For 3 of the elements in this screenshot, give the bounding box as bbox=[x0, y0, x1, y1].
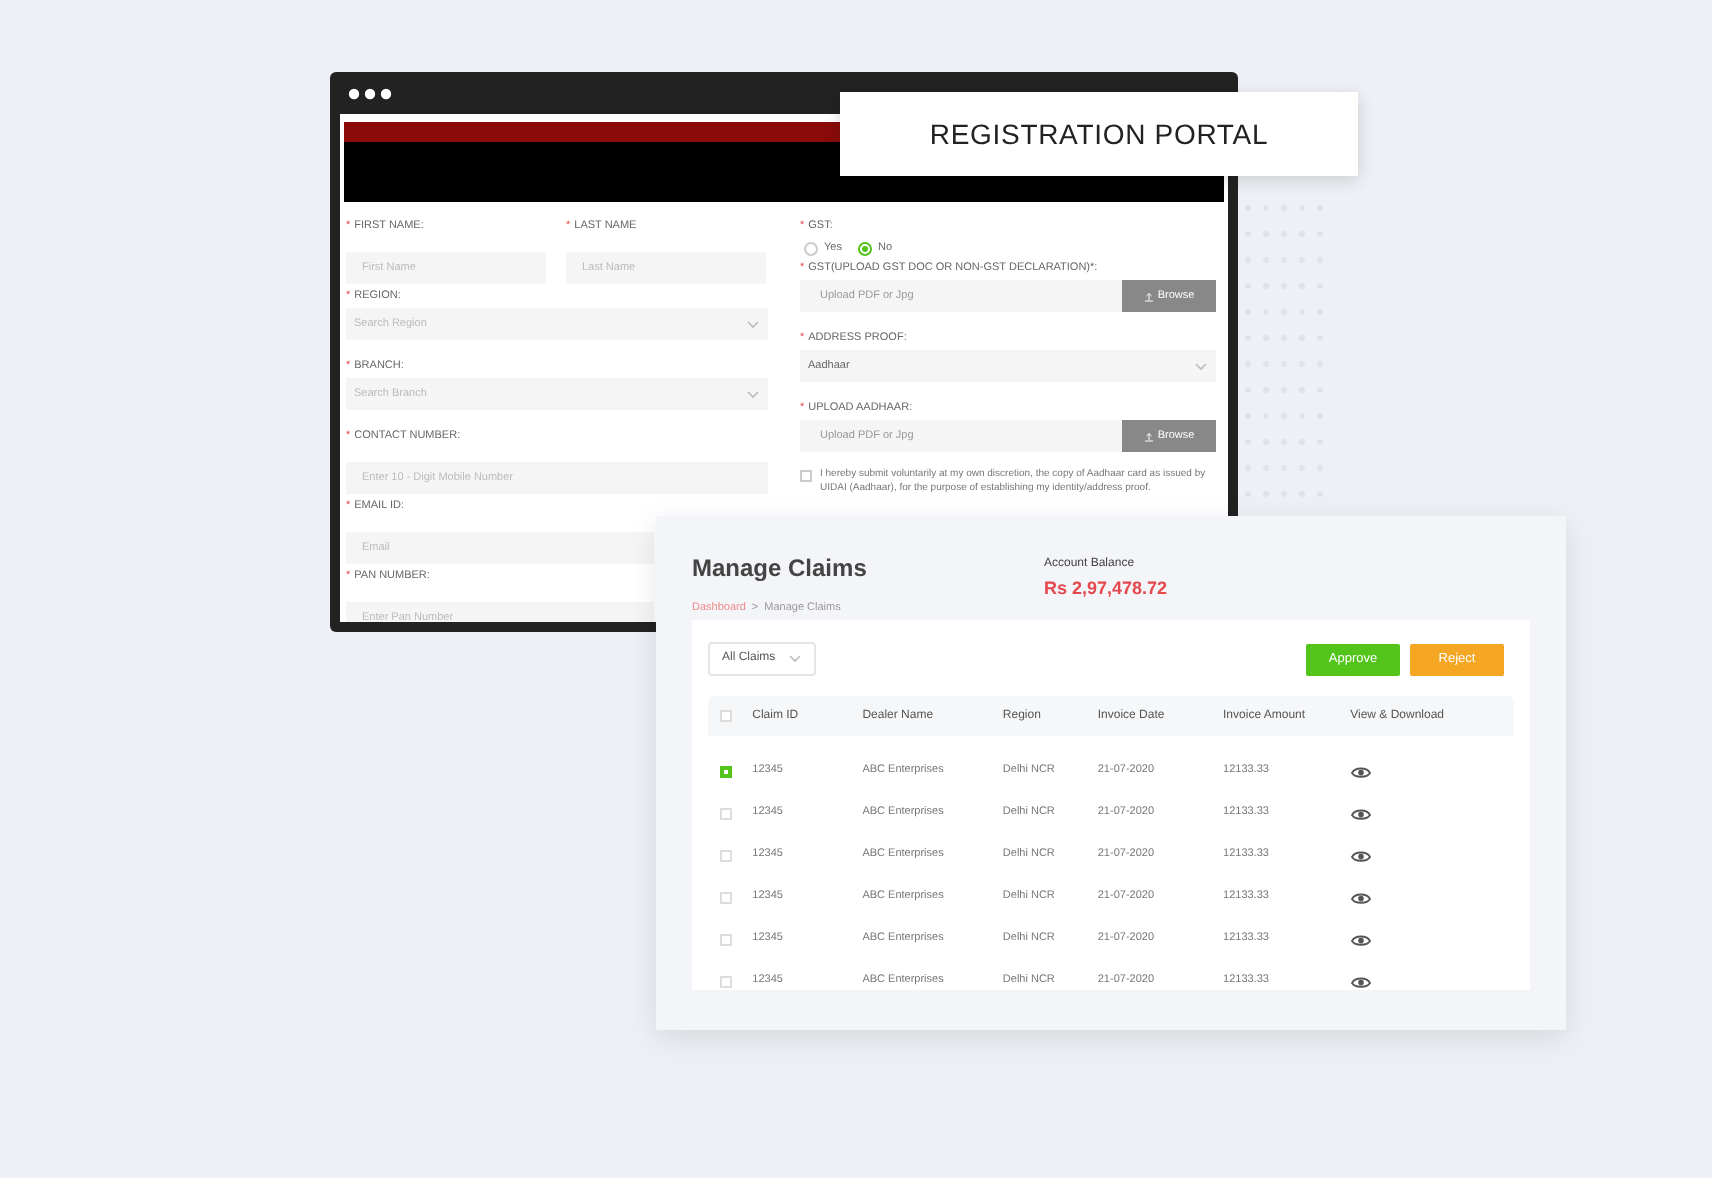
balance-amount: Rs 2,97,478.72 bbox=[1044, 576, 1168, 602]
portal-title: REGISTRATION PORTAL bbox=[840, 92, 1358, 176]
page-title: Manage Claims bbox=[692, 552, 869, 586]
